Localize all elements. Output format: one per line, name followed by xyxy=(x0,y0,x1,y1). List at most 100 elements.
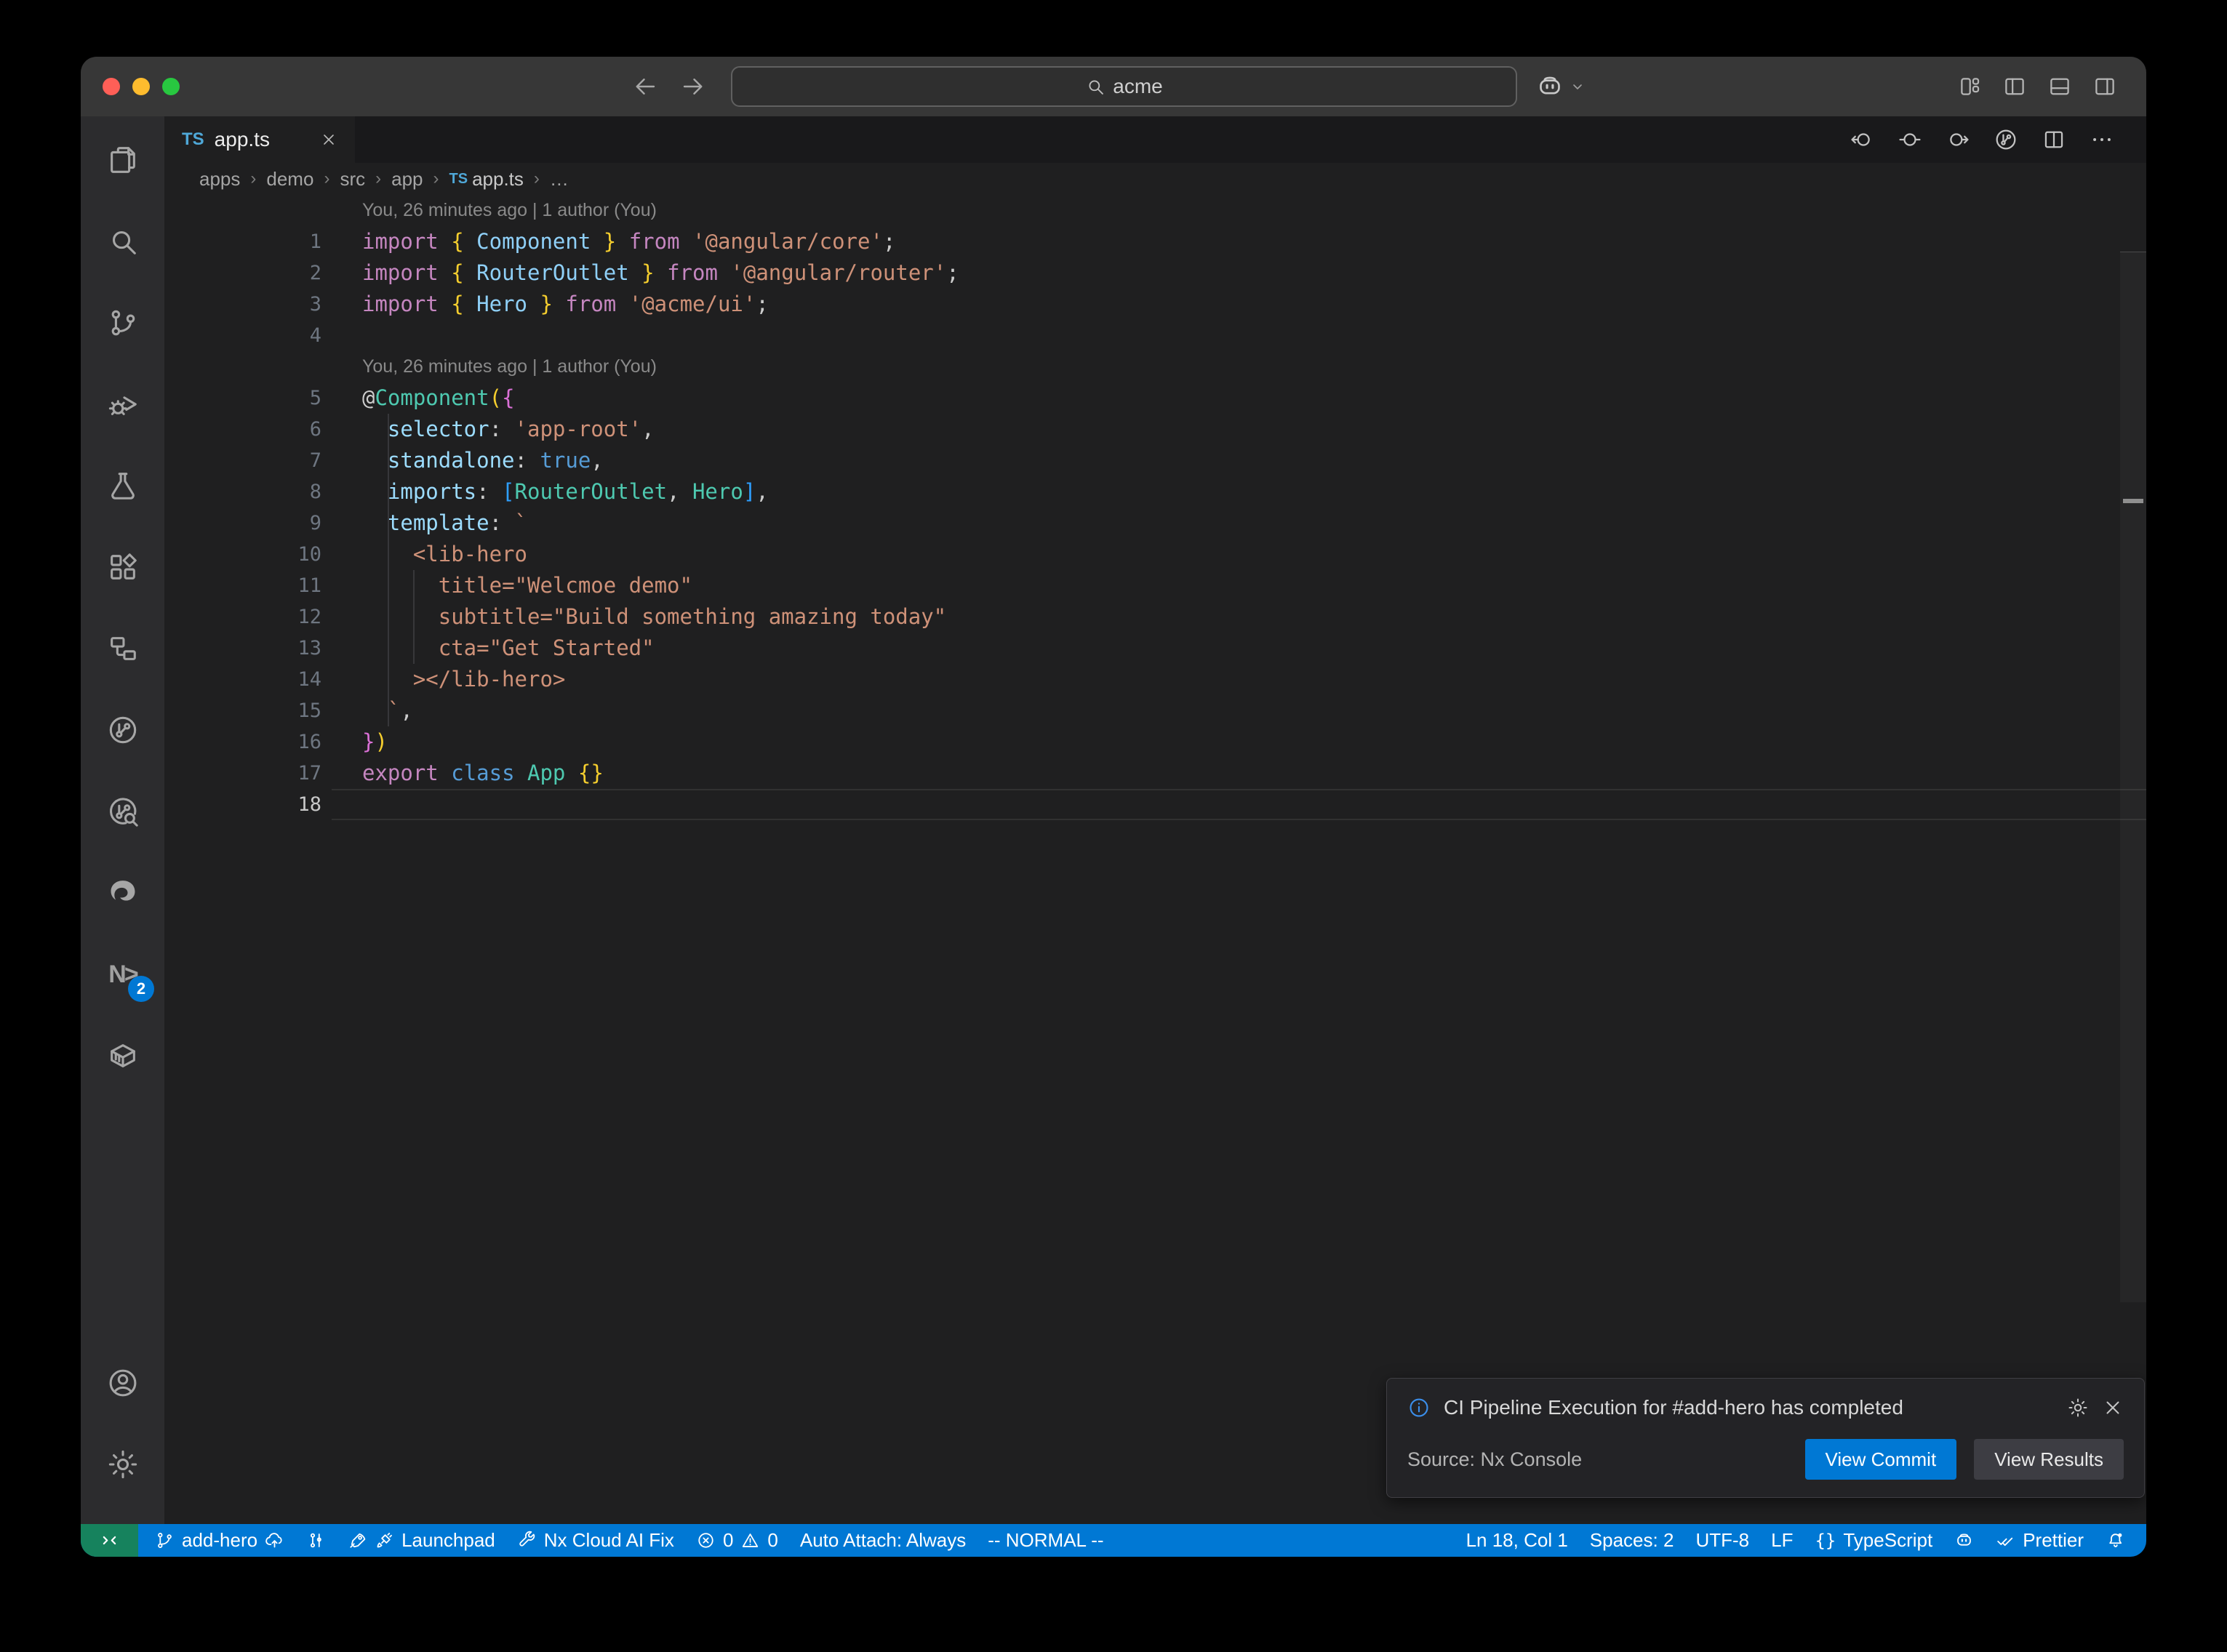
compare-graph-icon xyxy=(306,1531,326,1550)
notification-toast: CI Pipeline Execution for #add-hero has … xyxy=(1386,1378,2145,1498)
split-editor-button[interactable] xyxy=(2042,127,2066,152)
breadcrumb-item[interactable]: TSapp.ts xyxy=(449,168,524,191)
code-line[interactable]: 3import { Hero } from '@acme/ui'; xyxy=(164,289,2146,320)
status-branch[interactable]: add-hero xyxy=(144,1524,295,1557)
scrollbar[interactable] xyxy=(2120,195,2146,1524)
window-controls xyxy=(103,57,180,116)
activity-extensions[interactable] xyxy=(81,526,164,608)
toggle-panel-button[interactable] xyxy=(2047,74,2072,99)
view-results-button[interactable]: View Results xyxy=(1974,1439,2124,1480)
status-bar: add-hero LaunchpadNx Cloud AI Fix00Auto A… xyxy=(81,1524,2146,1557)
status-vim-mode[interactable]: -- NORMAL -- xyxy=(977,1524,1114,1557)
tab-app-ts[interactable]: TS app.ts xyxy=(164,116,355,163)
toggle-secondary-sidebar-button[interactable] xyxy=(2092,74,2117,99)
line-number: 16 xyxy=(164,726,332,758)
titlebar[interactable]: acme xyxy=(81,57,2146,116)
activity-bar: N>2 xyxy=(81,116,164,1524)
notification-title: CI Pipeline Execution for #add-hero has … xyxy=(1444,1396,2054,1419)
commit-graph-icon xyxy=(106,713,140,747)
more-actions-button[interactable] xyxy=(2090,127,2114,152)
activity-nx-console[interactable]: N>2 xyxy=(81,934,164,1015)
zoom-window-button[interactable] xyxy=(162,78,180,95)
warning-icon xyxy=(740,1531,760,1550)
breadcrumb-item[interactable]: src xyxy=(340,168,365,191)
activity-settings[interactable] xyxy=(81,1424,164,1505)
activity-search[interactable] xyxy=(81,201,164,282)
close-window-button[interactable] xyxy=(103,78,120,95)
activity-run-debug[interactable] xyxy=(81,364,164,445)
code-line[interactable]: 18 xyxy=(164,789,2146,820)
code-line[interactable]: 12 subtitle="Build something amazing tod… xyxy=(164,601,2146,633)
status-nx-cloud-ai-fix[interactable]: Nx Cloud AI Fix xyxy=(506,1524,685,1557)
code-line[interactable]: 16}) xyxy=(164,726,2146,758)
copilot-menu[interactable] xyxy=(1535,57,1586,116)
editor[interactable]: You, 26 minutes ago | 1 author (You)1imp… xyxy=(164,195,2146,1524)
code-line[interactable]: 13 cta="Get Started" xyxy=(164,633,2146,664)
status-auto-attach[interactable]: Auto Attach: Always xyxy=(789,1524,977,1557)
cloud-upload-icon xyxy=(265,1531,284,1550)
status-notifications[interactable] xyxy=(2095,1524,2136,1557)
code-line[interactable]: 6 selector: 'app-root', xyxy=(164,414,2146,445)
code-line[interactable]: 2import { RouterOutlet } from '@angular/… xyxy=(164,257,2146,289)
settings-icon xyxy=(106,1448,140,1481)
close-tab-button[interactable] xyxy=(320,131,337,148)
layout-controls xyxy=(1957,57,2117,116)
command-center-search[interactable]: acme xyxy=(731,66,1517,107)
status-language[interactable]: {}TypeScript xyxy=(1804,1524,1943,1557)
search-value: acme xyxy=(1113,75,1162,98)
code-line[interactable]: 5@Component({ xyxy=(164,382,2146,414)
graph-search-icon xyxy=(106,795,140,828)
commit-graph-button[interactable] xyxy=(1994,127,2018,152)
customize-layout-button[interactable] xyxy=(1957,74,1982,99)
code-line[interactable]: 8 imports: [RouterOutlet, Hero], xyxy=(164,476,2146,508)
next-change-button[interactable] xyxy=(1946,127,1970,152)
activity-testing[interactable] xyxy=(81,445,164,526)
code-line[interactable]: 10 <lib-hero xyxy=(164,539,2146,570)
previous-change-button[interactable] xyxy=(1850,127,1874,152)
status-prettier[interactable]: Prettier xyxy=(1985,1524,2095,1557)
view-commit-button[interactable]: View Commit xyxy=(1805,1439,1957,1480)
extensions-icon xyxy=(106,550,140,584)
status-eol[interactable]: LF xyxy=(1760,1524,1804,1557)
activity-source-control[interactable] xyxy=(81,282,164,364)
back-button[interactable] xyxy=(632,73,658,100)
activity-explorer[interactable] xyxy=(81,119,164,201)
code-line[interactable]: 7 standalone: true, xyxy=(164,445,2146,476)
code-line[interactable]: 9 template: ` xyxy=(164,508,2146,539)
status-launchpad[interactable]: Launchpad xyxy=(337,1524,506,1557)
status-copilot[interactable] xyxy=(1943,1524,1985,1557)
code-line[interactable]: 15 `, xyxy=(164,695,2146,726)
minimize-window-button[interactable] xyxy=(132,78,150,95)
code-line[interactable]: 11 title="Welcmoe demo" xyxy=(164,570,2146,601)
status-graph[interactable] xyxy=(295,1524,337,1557)
activity-graph-search[interactable] xyxy=(81,771,164,852)
code-line[interactable]: 14 ></lib-hero> xyxy=(164,664,2146,695)
nx-badge: 2 xyxy=(128,976,154,1002)
status-encoding[interactable]: UTF-8 xyxy=(1684,1524,1760,1557)
toggle-primary-sidebar-button[interactable] xyxy=(2002,74,2027,99)
activity-edge-tools[interactable] xyxy=(81,852,164,934)
breadcrumb-item[interactable]: demo xyxy=(266,168,313,191)
status-cursor-position[interactable]: Ln 18, Col 1 xyxy=(1455,1524,1579,1557)
current-change-button[interactable] xyxy=(1898,127,1922,152)
code-line[interactable]: 4 xyxy=(164,320,2146,351)
status-problems[interactable]: 00 xyxy=(685,1524,789,1557)
notification-source: Source: Nx Console xyxy=(1407,1448,1805,1471)
status-remote[interactable] xyxy=(81,1524,138,1557)
blame-annotation[interactable]: You, 26 minutes ago | 1 author (You) xyxy=(164,195,2146,226)
notification-close-button[interactable] xyxy=(2102,1397,2124,1419)
scrollbar-slider[interactable] xyxy=(2120,252,2146,1302)
activity-accounts[interactable] xyxy=(81,1342,164,1424)
status-indentation[interactable]: Spaces: 2 xyxy=(1579,1524,1685,1557)
breadcrumb-item[interactable]: apps xyxy=(199,168,240,191)
forward-button[interactable] xyxy=(680,73,706,100)
notification-settings-button[interactable] xyxy=(2067,1397,2089,1419)
code-line[interactable]: 17export class App {} xyxy=(164,758,2146,789)
blame-annotation[interactable]: You, 26 minutes ago | 1 author (You) xyxy=(164,351,2146,382)
code-line[interactable]: 1import { Component } from '@angular/cor… xyxy=(164,226,2146,257)
breadcrumb-item[interactable]: app xyxy=(391,168,423,191)
activity-commit-graph[interactable] xyxy=(81,689,164,771)
activity-containers[interactable] xyxy=(81,1015,164,1096)
activity-references[interactable] xyxy=(81,608,164,689)
breadcrumb-item[interactable]: … xyxy=(550,168,569,191)
